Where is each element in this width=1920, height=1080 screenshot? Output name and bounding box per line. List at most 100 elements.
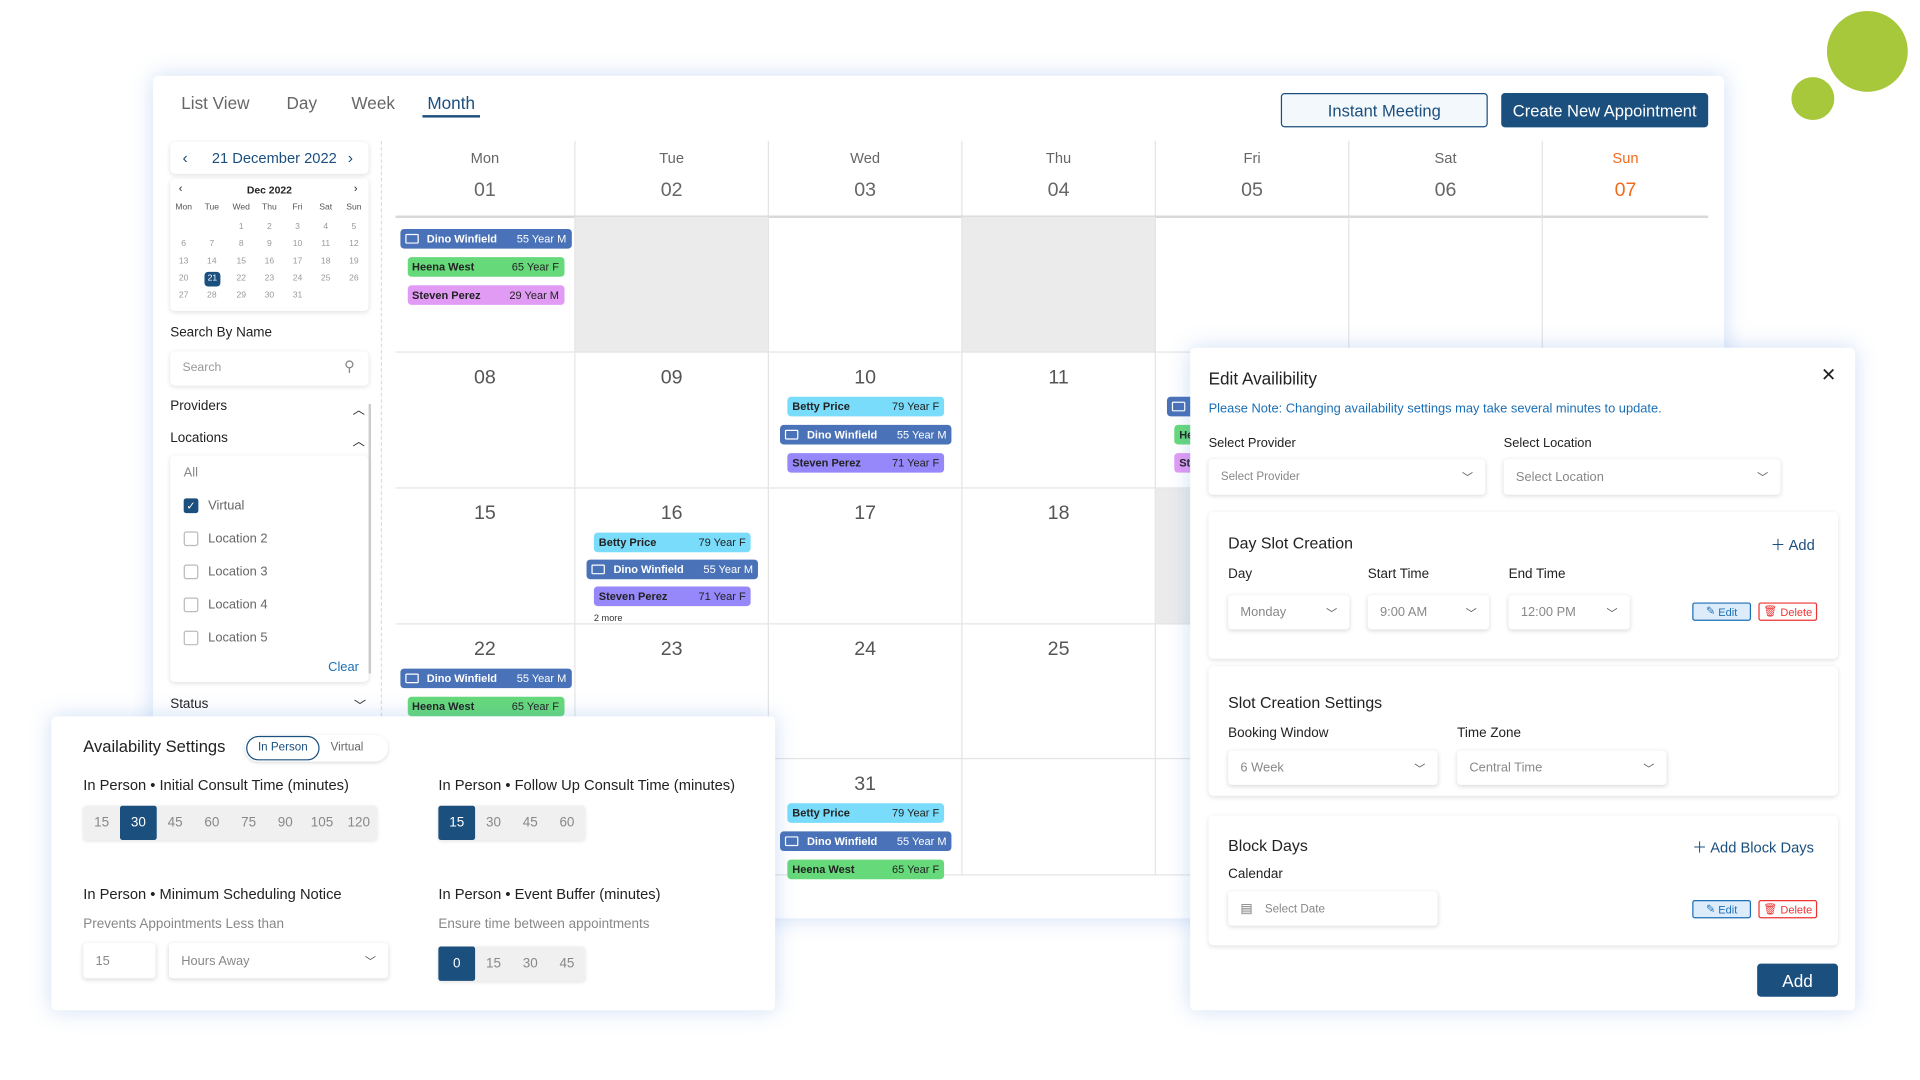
edit-block-days-button[interactable]: ✎ Edit (1692, 900, 1752, 919)
mini-day[interactable]: 1 (229, 223, 253, 232)
calendar-day-cell[interactable]: 25 (962, 624, 1156, 760)
providers-label[interactable]: Providers (170, 399, 227, 414)
mini-day[interactable]: 20 (171, 274, 195, 283)
calendar-day-cell[interactable] (768, 216, 963, 353)
add-block-days-button[interactable]: ＋ Add Block Days (1692, 836, 1814, 857)
calendar-day-cell[interactable] (962, 759, 1156, 876)
chevron-left-icon[interactable]: ‹ (182, 148, 187, 166)
calendar-day-cell[interactable] (962, 216, 1156, 353)
duration-option[interactable]: 60 (193, 806, 230, 840)
mini-day[interactable]: 9 (257, 240, 281, 249)
duration-option[interactable]: 0 (438, 946, 476, 981)
appointment-event[interactable]: Heena West 65 Year F (407, 257, 564, 277)
calendar-day-cell[interactable] (1155, 216, 1350, 353)
mini-day[interactable]: 6 (171, 240, 195, 249)
notice-value-input[interactable]: 15 (83, 942, 156, 979)
provider-select[interactable]: Select Provider ﹀ (1208, 459, 1486, 495)
mini-day[interactable]: 13 (171, 257, 195, 266)
appointment-event[interactable]: Betty Price 79 Year F (593, 532, 751, 553)
sidebar-scrollbar[interactable] (368, 404, 372, 674)
status-label[interactable]: Status (170, 697, 208, 712)
mini-next-icon[interactable]: › (354, 182, 358, 194)
mini-day[interactable]: 8 (229, 240, 253, 249)
calendar-day-cell[interactable]: 15 (395, 488, 576, 625)
duration-option[interactable]: 45 (157, 806, 194, 840)
mini-day-selected[interactable]: 21 (204, 271, 221, 287)
end-time-select[interactable]: 12:00 PM ﹀ (1508, 595, 1630, 630)
duration-option[interactable]: 60 (549, 806, 586, 840)
location-select[interactable]: Select Location ﹀ (1503, 459, 1781, 495)
location-label[interactable]: Location 2 (208, 531, 267, 546)
calendar-day-cell[interactable]: Dino Winfield 55 Year M Heena West 65 Year … (395, 216, 576, 353)
location-label[interactable]: Location 4 (208, 598, 267, 613)
appointment-event[interactable]: Steven Perez 71 Year F (593, 586, 751, 607)
calendar-day-cell[interactable]: 31 Betty Price 79 Year F Dino Winfield 55 Ye… (768, 759, 963, 880)
mini-day[interactable]: 14 (200, 257, 224, 266)
duration-option[interactable]: 90 (267, 806, 304, 840)
more-events-link[interactable]: 2 more (594, 612, 623, 623)
location-label[interactable]: Virtual (208, 498, 244, 513)
duration-option[interactable]: 120 (340, 806, 377, 840)
location-checkbox[interactable] (183, 597, 199, 613)
start-time-select[interactable]: 9:00 AM ﹀ (1367, 595, 1489, 630)
calendar-day-cell[interactable]: 08 (395, 352, 576, 489)
appointment-event[interactable]: Dino Winfield 55 Year M (399, 668, 572, 689)
mini-day[interactable]: 27 (171, 291, 195, 300)
mini-day[interactable]: 7 (200, 240, 224, 249)
location-checkbox[interactable] (183, 531, 199, 547)
calendar-day-cell[interactable]: 11 (962, 352, 1156, 489)
appointment-event[interactable]: Dino Winfield 55 Year M (586, 559, 758, 580)
duration-option[interactable]: 15 (83, 806, 120, 840)
add-day-slot-button[interactable]: ＋ Add (1771, 534, 1815, 555)
appointment-event[interactable]: Dino Winfield 55 Year M (780, 424, 952, 445)
toggle-in-person[interactable]: In Person (246, 735, 320, 761)
calendar-day-cell[interactable] (1542, 217, 1709, 353)
add-submit-button[interactable]: Add (1757, 963, 1838, 997)
mini-day[interactable]: 18 (313, 257, 337, 266)
mini-day[interactable]: 4 (313, 223, 337, 232)
mini-day[interactable]: 3 (285, 223, 309, 232)
mini-day[interactable]: 28 (200, 291, 224, 300)
mini-day[interactable]: 10 (285, 240, 309, 249)
appointment-event[interactable]: Heena West 65 Year F (787, 859, 945, 880)
chevron-up-icon[interactable]: ︿ (353, 399, 365, 417)
tab-list-view[interactable]: List View (181, 93, 249, 113)
toggle-virtual[interactable]: Virtual (331, 741, 364, 754)
appointment-event[interactable]: Steven Perez 29 Year M (407, 285, 564, 305)
duration-option[interactable]: 45 (512, 806, 549, 840)
tab-day[interactable]: Day (287, 93, 317, 113)
duration-option[interactable]: 105 (304, 806, 341, 840)
chevron-down-icon[interactable]: ﹀ (354, 696, 366, 713)
close-icon[interactable]: ✕ (1821, 364, 1836, 386)
mini-day[interactable]: 5 (342, 223, 366, 232)
mini-day[interactable]: 19 (342, 257, 366, 266)
calendar-day-cell[interactable] (1349, 216, 1543, 353)
delete-block-days-button[interactable]: 🗑 Delete (1758, 900, 1818, 919)
appointment-event[interactable]: Dino Winfield 55 Year M (780, 831, 952, 852)
create-appointment-button[interactable]: Create New Appointment (1501, 93, 1709, 128)
duration-option[interactable]: 15 (475, 947, 512, 981)
mini-day[interactable]: 22 (229, 274, 253, 283)
mini-day[interactable]: 15 (229, 257, 253, 266)
mini-day[interactable]: 30 (257, 291, 281, 300)
duration-option[interactable]: 30 (120, 805, 157, 841)
instant-meeting-button[interactable]: Instant Meeting (1280, 93, 1488, 128)
calendar-day-cell[interactable]: 16 Betty Price 79 Year F Dino Winfield 55 Ye… (575, 488, 769, 625)
duration-option[interactable]: 75 (230, 806, 267, 840)
location-checkbox[interactable] (183, 630, 199, 646)
duration-option[interactable]: 45 (549, 947, 586, 981)
duration-option[interactable]: 30 (475, 806, 512, 840)
mini-day[interactable]: 23 (257, 274, 281, 283)
location-label[interactable]: Location 5 (208, 631, 267, 646)
mini-day[interactable]: 31 (285, 291, 309, 300)
calendar-day-cell[interactable]: 10 Betty Price 79 Year F Dino Winfield 55 Ye… (768, 352, 963, 489)
mini-day[interactable]: 29 (229, 291, 253, 300)
calendar-day-cell[interactable]: 18 (962, 488, 1156, 625)
appointment-event[interactable]: Betty Price 79 Year F (787, 396, 945, 417)
delete-day-slot-button[interactable]: 🗑 Delete (1758, 602, 1818, 621)
calendar-day-cell[interactable]: 24 (768, 624, 963, 760)
location-all[interactable]: All (184, 465, 198, 480)
appointment-event[interactable]: Dino Winfield 55 Year M (399, 228, 572, 249)
select-date-input[interactable]: ▤ Select Date (1228, 891, 1438, 926)
mini-day[interactable]: 17 (285, 257, 309, 266)
